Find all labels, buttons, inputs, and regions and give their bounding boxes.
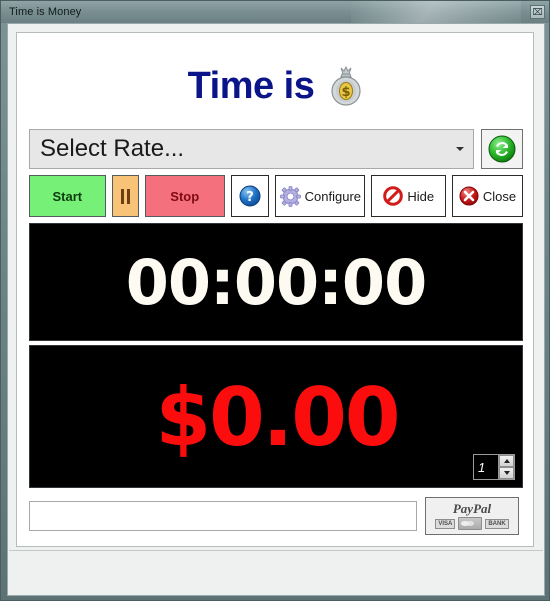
close-circle-icon: [459, 186, 479, 206]
money-bag-icon: $: [328, 65, 364, 106]
credit-card-icon: [458, 517, 483, 530]
rate-select[interactable]: Select Rate...: [29, 129, 474, 169]
multiplier-value[interactable]: 1: [474, 455, 498, 479]
main-panel: Time is $ Select Rate... Start Stop ? Co…: [16, 32, 534, 547]
bottom-row: PayPal VISA BANK: [29, 497, 523, 535]
stepper-buttons: [498, 455, 514, 479]
money-display: $0.00 1: [29, 345, 523, 488]
stop-button-label: Stop: [170, 188, 200, 204]
svg-text:?: ?: [246, 190, 254, 205]
caret-up-icon: [503, 459, 510, 463]
paypal-donate-button[interactable]: PayPal VISA BANK: [425, 497, 519, 535]
app-header: Time is $: [17, 55, 535, 117]
help-icon: ?: [239, 185, 261, 207]
timer-value: 00:00:00: [125, 245, 427, 319]
bank-icon: BANK: [485, 518, 509, 529]
configure-button-label: Configure: [304, 188, 362, 204]
chevron-down-icon[interactable]: [456, 147, 464, 151]
hide-button[interactable]: Hide: [371, 175, 447, 217]
money-value: $0.00: [155, 371, 400, 464]
stepper-up-button[interactable]: [499, 455, 514, 467]
client-area: Time is $ Select Rate... Start Stop ? Co…: [7, 23, 545, 596]
window-title: Time is Money: [9, 6, 82, 18]
start-button[interactable]: Start: [29, 175, 106, 217]
refresh-icon: [488, 135, 516, 163]
hide-button-label: Hide: [407, 188, 435, 204]
configure-button[interactable]: Configure: [275, 175, 366, 217]
help-button[interactable]: ?: [230, 175, 270, 217]
visa-icon: VISA: [435, 518, 456, 529]
titlebar-gloss: [351, 1, 521, 23]
title-bar[interactable]: Time is Money ⌧: [1, 1, 549, 23]
start-button-label: Start: [52, 188, 83, 204]
pause-button[interactable]: [111, 175, 139, 217]
refresh-button[interactable]: [481, 129, 523, 169]
rate-select-value: Select Rate...: [40, 135, 185, 162]
toolbar: Start Stop ? Configure Hide Close: [29, 175, 523, 217]
app-window: Time is Money ⌧ Time is $ Select Rate...…: [0, 0, 550, 601]
multiplier-stepper[interactable]: 1: [473, 454, 515, 480]
close-icon: ⌧: [532, 6, 543, 17]
close-button-label: Close: [482, 188, 517, 204]
caret-down-icon: [503, 471, 510, 475]
note-input[interactable]: [29, 501, 417, 531]
gear-icon: [279, 185, 301, 207]
page-title: Time is: [187, 64, 315, 107]
prohibition-icon: [383, 186, 404, 206]
window-close-button[interactable]: ⌧: [530, 5, 545, 19]
stop-button[interactable]: Stop: [144, 175, 225, 217]
svg-text:$: $: [342, 85, 351, 100]
paypal-card-icons: VISA BANK: [435, 517, 509, 530]
pause-icon: [120, 188, 130, 204]
close-button[interactable]: Close: [452, 175, 523, 217]
rate-row: Select Rate...: [29, 129, 523, 169]
timer-display: 00:00:00: [29, 223, 523, 341]
paypal-logo-text: PayPal: [452, 501, 492, 516]
status-bar: [9, 550, 543, 594]
stepper-down-button[interactable]: [499, 467, 514, 479]
